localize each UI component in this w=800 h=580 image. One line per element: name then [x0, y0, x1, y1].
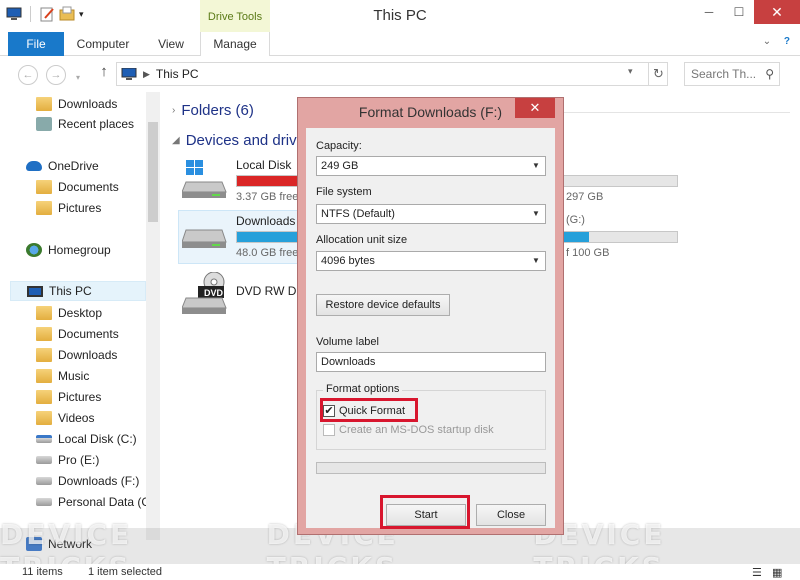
address-bar-row: ← → ▾ ↑ ▶ This PC ▾ ↻ Search Th... ⚲ — [0, 56, 800, 92]
restore-defaults-button[interactable]: Restore device defaults — [316, 294, 450, 316]
status-selection: 1 item selected — [88, 566, 162, 578]
close-icon[interactable]: ✕ — [754, 0, 800, 24]
ribbon: File Computer View Manage ⌄ ? — [0, 32, 800, 57]
drive-name: DVD RW Dri — [236, 284, 304, 298]
folder-icon — [36, 327, 52, 341]
chevron-down-icon: ▼ — [532, 161, 540, 170]
drive-letter-label: (G:) — [566, 214, 585, 226]
allocation-unit-select[interactable]: 4096 bytes ▼ — [316, 251, 546, 271]
minimize-icon[interactable]: ─ — [694, 0, 724, 24]
drive-name: Downloads — [236, 214, 296, 228]
volume-label-input[interactable] — [316, 352, 546, 372]
help-icon[interactable]: ? — [784, 36, 790, 47]
drive-icon — [181, 216, 228, 256]
recent-places-icon — [36, 117, 52, 131]
folder-icon — [36, 201, 52, 215]
drive-name: Local Disk — [236, 158, 292, 172]
msdos-startup-row: Create an MS-DOS startup disk — [323, 424, 494, 436]
status-bar: 11 items 1 item selected ☰ ▦ — [0, 564, 800, 580]
navigation-pane: Downloads Recent places OneDrive Documen… — [0, 92, 160, 564]
capacity-select[interactable]: 249 GB ▼ — [316, 156, 546, 176]
window-title: This PC — [373, 7, 427, 24]
drive-icon — [36, 498, 52, 506]
drive-icon — [36, 477, 52, 485]
system-drive-icon — [36, 435, 52, 443]
drive-free-space: 3.37 GB free — [236, 191, 299, 203]
onedrive-icon — [26, 161, 42, 171]
folder-icon — [36, 306, 52, 320]
search-icon: ⚲ — [765, 67, 774, 81]
window-controls: ─ ☐ ✕ — [694, 0, 800, 24]
format-progress-bar — [316, 462, 546, 474]
drive-icon — [36, 456, 52, 464]
folder-icon — [36, 411, 52, 425]
maximize-icon[interactable]: ☐ — [724, 0, 754, 24]
computer-icon — [121, 67, 137, 80]
folder-icon — [36, 390, 52, 404]
tab-manage[interactable]: Manage — [200, 32, 270, 57]
format-dialog: Format Downloads (F:) ✕ Capacity: 249 GB… — [297, 97, 564, 535]
volume-label-label: Volume label — [316, 336, 379, 348]
breadcrumb-separator-icon[interactable]: ▶ — [143, 69, 150, 80]
ribbon-controls: ⌄ ? — [753, 36, 790, 47]
folder-icon — [36, 180, 52, 194]
folder-icon — [36, 348, 52, 362]
drive-total-space: 297 GB — [566, 191, 604, 203]
status-item-count: 11 items — [22, 566, 63, 578]
filesystem-select[interactable]: NTFS (Default) ▼ — [316, 204, 546, 224]
address-history-dropdown-icon[interactable]: ▾ — [628, 66, 633, 77]
allocation-unit-label: Allocation unit size — [316, 234, 408, 246]
drive-total-space: f 100 GB — [566, 247, 610, 259]
tab-view[interactable]: View — [142, 32, 200, 56]
highlight-box — [380, 495, 470, 529]
address-field[interactable]: ▶ This PC — [116, 62, 668, 86]
chevron-down-icon: ▼ — [532, 209, 540, 218]
breadcrumb[interactable]: This PC — [156, 67, 199, 81]
folder-icon — [36, 97, 52, 111]
forward-arrow-icon[interactable]: → — [46, 65, 66, 85]
back-arrow-icon[interactable]: ← — [18, 65, 38, 85]
folder-icon — [36, 369, 52, 383]
highlight-box — [320, 398, 418, 422]
close-icon[interactable]: ✕ — [515, 98, 555, 118]
search-input[interactable]: Search Th... ⚲ — [684, 62, 780, 86]
title-bar: ▾ Drive Tools This PC ─ ☐ ✕ — [0, 0, 800, 32]
tab-computer[interactable]: Computer — [64, 32, 142, 56]
msdos-startup-label: Create an MS-DOS startup disk — [339, 424, 494, 436]
nav-scrollbar[interactable] — [146, 92, 160, 540]
filesystem-label: File system — [316, 186, 372, 198]
folders-group-header[interactable]: › Folders (6) — [172, 102, 254, 119]
capacity-label: Capacity: — [316, 140, 362, 152]
dialog-body: Capacity: 249 GB ▼ File system NTFS (Def… — [306, 128, 555, 529]
dvd-badge: DVD — [204, 288, 224, 298]
nav-item-this-pc[interactable]: This PC — [10, 281, 146, 301]
refresh-icon[interactable]: ↻ — [648, 62, 668, 86]
msdos-startup-checkbox — [323, 424, 335, 436]
chevron-right-icon[interactable]: › — [172, 105, 175, 116]
recent-locations-icon[interactable]: ▾ — [72, 69, 84, 89]
windows-drive-icon — [181, 160, 228, 200]
chevron-down-icon[interactable]: ◢ — [172, 135, 180, 146]
scrollbar-thumb[interactable] — [148, 122, 158, 222]
expand-ribbon-icon[interactable]: ⌄ — [763, 36, 771, 47]
chevron-down-icon: ▼ — [532, 256, 540, 265]
tab-file[interactable]: File — [8, 32, 64, 56]
search-placeholder: Search Th... — [691, 67, 757, 81]
tiles-view-icon[interactable]: ▦ — [772, 566, 782, 579]
computer-icon — [27, 285, 43, 297]
drive-free-space: 48.0 GB free — [236, 247, 299, 259]
devices-group-header[interactable]: ◢ Devices and drive — [172, 132, 305, 149]
close-button[interactable]: Close — [476, 504, 546, 526]
up-arrow-icon[interactable]: ↑ — [94, 63, 114, 83]
format-options-label: Format options — [323, 383, 403, 395]
details-view-icon[interactable]: ☰ — [752, 566, 762, 579]
homegroup-icon — [26, 243, 42, 257]
